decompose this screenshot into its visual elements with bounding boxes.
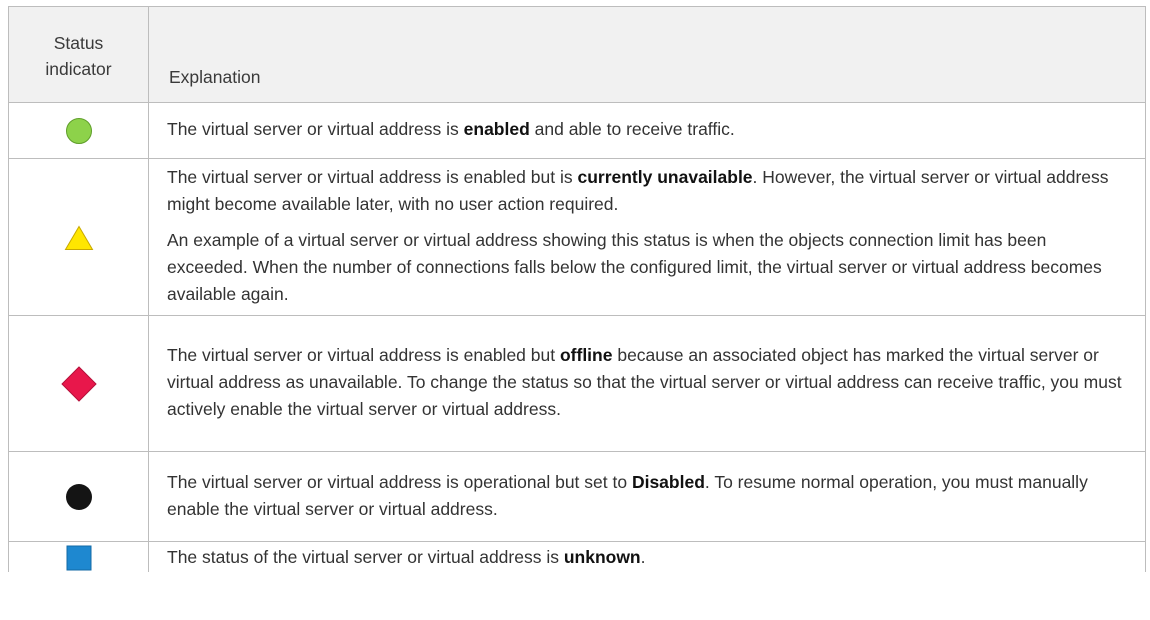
table-row: The virtual server or virtual address is… bbox=[8, 315, 1146, 452]
blue-square-icon bbox=[66, 545, 92, 571]
yellow-triangle-icon bbox=[64, 225, 94, 251]
table-row: The virtual server or virtual address is… bbox=[8, 451, 1146, 542]
black-circle-icon bbox=[65, 483, 93, 511]
status-icon-cell bbox=[8, 315, 149, 452]
status-keyword: unknown bbox=[563, 546, 641, 567]
explanation-cell: The virtual server or virtual address is… bbox=[148, 451, 1146, 542]
explanation-cell: The virtual server or virtual address is… bbox=[148, 315, 1146, 452]
green-circle-icon bbox=[65, 117, 93, 145]
explanation-cell: The virtual server or virtual address is… bbox=[148, 102, 1146, 159]
header-status-line1: Status bbox=[53, 32, 104, 53]
status-indicator-table: Status indicator Explanation The virtual… bbox=[8, 6, 1146, 572]
red-diamond-icon bbox=[60, 365, 98, 403]
status-icon-cell bbox=[8, 451, 149, 542]
explanation-text: The virtual server or virtual address is… bbox=[167, 167, 1109, 214]
status-keyword: currently unavailable bbox=[577, 167, 753, 187]
status-keyword: enabled bbox=[463, 119, 530, 139]
table-row: The status of the virtual server or virt… bbox=[8, 541, 1146, 572]
explanation-text: The status of the virtual server or virt… bbox=[167, 546, 646, 567]
header-row: Status indicator Explanation bbox=[8, 6, 1146, 103]
status-icon-cell bbox=[8, 102, 149, 159]
status-keyword: Disabled bbox=[631, 471, 705, 492]
status-keyword: offline bbox=[559, 345, 613, 365]
header-status-line2: indicator bbox=[45, 58, 112, 79]
status-icon-cell bbox=[8, 541, 149, 572]
header-status-indicator: Status indicator bbox=[8, 6, 149, 103]
explanation-cell: The status of the virtual server or virt… bbox=[148, 541, 1146, 572]
explanation-text: The virtual server or virtual address is… bbox=[167, 345, 1122, 419]
explanation-example: An example of a virtual server or virtua… bbox=[167, 230, 1102, 304]
table-row: The virtual server or virtual address is… bbox=[8, 158, 1146, 316]
status-icon-cell bbox=[8, 158, 149, 316]
explanation-text: The virtual server or virtual address is… bbox=[167, 119, 735, 139]
table-row: The virtual server or virtual address is… bbox=[8, 102, 1146, 159]
header-explanation: Explanation bbox=[148, 6, 1146, 103]
explanation-text: The virtual server or virtual address is… bbox=[167, 471, 1088, 519]
explanation-cell: The virtual server or virtual address is… bbox=[148, 158, 1146, 316]
